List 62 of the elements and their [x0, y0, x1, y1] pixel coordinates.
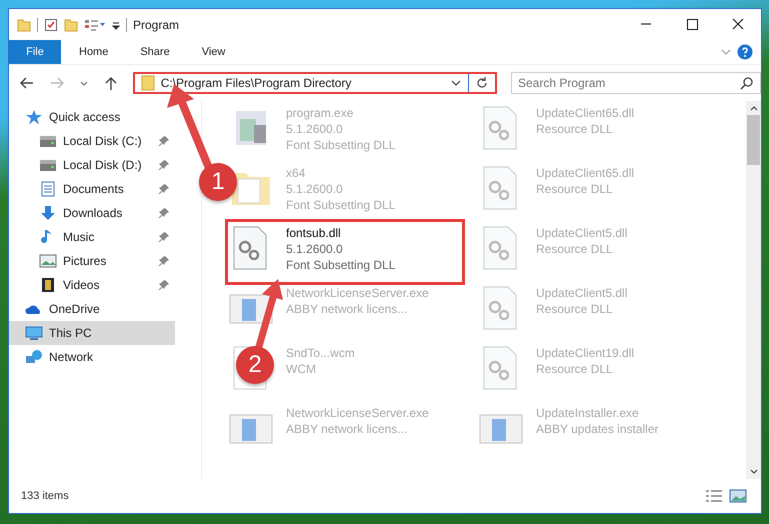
- file-detail: ABBY network licens...: [286, 421, 408, 437]
- pin-icon[interactable]: [159, 184, 169, 194]
- sidebar-item[interactable]: Quick access: [9, 105, 175, 129]
- pin-icon[interactable]: [159, 232, 169, 242]
- details-view-icon[interactable]: [705, 489, 723, 503]
- file-name[interactable]: fontsub.dll: [286, 225, 396, 241]
- properties-icon[interactable]: [44, 18, 58, 32]
- file-detail: Resource DLL: [536, 361, 614, 377]
- file-detail: Font Subsetting DLL: [286, 137, 396, 153]
- sidebar-item[interactable]: OneDrive: [9, 297, 175, 321]
- pin-icon[interactable]: [159, 280, 169, 290]
- file-detail: Resource DLL: [536, 301, 614, 317]
- sidebar-item[interactable]: This PC: [9, 321, 175, 345]
- ribbon-tab[interactable]: Home: [65, 40, 122, 64]
- sidebar-item[interactable]: Network: [9, 345, 175, 369]
- videos-icon: [39, 277, 57, 293]
- large-icons-view-icon[interactable]: [729, 489, 747, 503]
- network-icon: [25, 349, 43, 365]
- sidebar-item[interactable]: Downloads: [9, 201, 175, 225]
- sidebar-item[interactable]: Local Disk (D:): [9, 153, 175, 177]
- pin-icon[interactable]: [159, 136, 169, 146]
- file-detail: Resource DLL: [536, 121, 614, 137]
- window-title: Program: [133, 18, 180, 32]
- file-detail: ABBY updates installer: [536, 421, 659, 437]
- sidebar-item[interactable]: Local Disk (C:): [9, 129, 175, 153]
- item-count: 133 items: [21, 490, 69, 502]
- sidebar-item[interactable]: Music: [9, 225, 175, 249]
- search-field[interactable]: Search Program: [511, 72, 761, 94]
- download-icon: [39, 205, 57, 221]
- sidebar-item[interactable]: Videos: [9, 273, 175, 297]
- up-icon[interactable]: [102, 75, 119, 91]
- document-icon: [39, 181, 57, 197]
- file-detail: Resource DLL: [536, 181, 614, 197]
- scrollbar[interactable]: [746, 101, 761, 479]
- pin-icon[interactable]: [159, 256, 169, 266]
- sidebar-item[interactable]: Pictures: [9, 249, 175, 273]
- pc-icon: [25, 325, 43, 341]
- file-detail: 5.1.2600.0: [286, 181, 344, 197]
- pin-icon[interactable]: [159, 208, 169, 218]
- file-detail: 5.1.2600.0: [286, 241, 344, 257]
- help-icon[interactable]: [737, 44, 753, 60]
- star-icon: [25, 109, 43, 125]
- ribbon-tab[interactable]: Share: [126, 40, 184, 64]
- pin-icon[interactable]: [159, 160, 169, 170]
- ribbon-tab[interactable]: File: [9, 40, 61, 64]
- file-detail: Resource DLL: [536, 241, 614, 257]
- file-detail: 5.1.2600.0: [286, 121, 344, 137]
- file-detail: Font Subsetting DLL: [286, 197, 396, 213]
- address-path: C:\Program Files\Program Directory: [160, 76, 352, 90]
- scrollbar-thumb[interactable]: [747, 115, 760, 165]
- address-bar[interactable]: C:\Program Files\Program Directory: [132, 72, 497, 94]
- ribbon-tab[interactable]: View: [188, 40, 240, 64]
- back-icon[interactable]: [19, 75, 35, 91]
- pictures-icon: [39, 253, 57, 269]
- sidebar-item[interactable]: Documents: [9, 177, 175, 201]
- file-detail: ABBY network licens...: [286, 301, 408, 317]
- refresh-icon[interactable]: [475, 76, 489, 90]
- view-list-icon[interactable]: [84, 18, 106, 32]
- folder-icon: [140, 75, 155, 91]
- file-detail: Font Subsetting DLL: [286, 257, 396, 273]
- search-icon: [740, 76, 754, 90]
- file-detail: WCM: [286, 361, 317, 377]
